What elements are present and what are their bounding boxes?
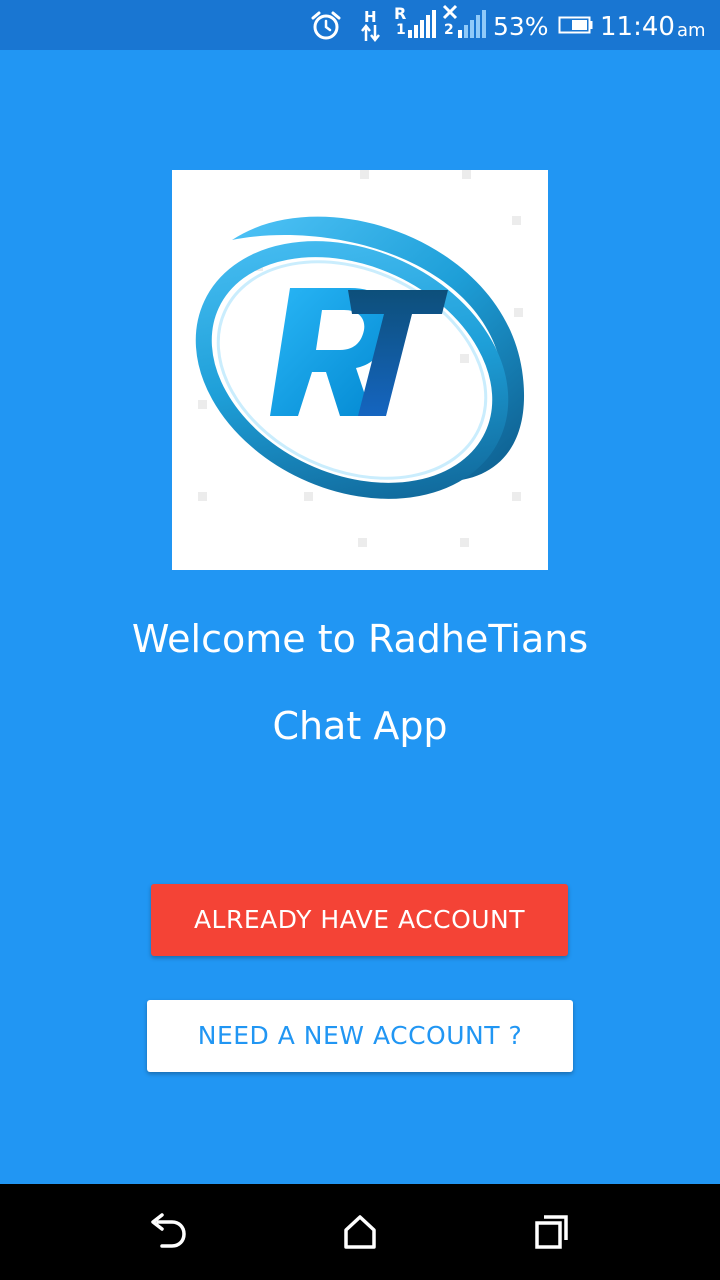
rt-logo-image [195, 170, 525, 547]
clock-ampm: am [677, 20, 706, 41]
battery-percent: 53% [493, 12, 549, 41]
home-icon[interactable] [340, 1212, 380, 1252]
data-arrows-icon [361, 24, 380, 42]
clock-time: 11:40 [600, 12, 675, 42]
status-bar: H R 1 2 53% 11:40 am [0, 0, 720, 50]
welcome-subtitle: Chat App [272, 704, 448, 748]
signal-sim1-icon [408, 10, 436, 38]
battery-icon [558, 16, 593, 34]
alarm-icon [311, 11, 341, 40]
recents-icon[interactable] [532, 1212, 572, 1252]
welcome-screen: H R 1 2 53% 11:40 am Welcome to RadheTia… [0, 0, 720, 1280]
welcome-title: Welcome to RadheTians [131, 617, 589, 661]
already-have-account-button[interactable]: ALREADY HAVE ACCOUNT [151, 884, 568, 956]
need-new-account-button[interactable]: NEED A NEW ACCOUNT ? [147, 1000, 573, 1072]
back-icon[interactable] [148, 1212, 188, 1252]
app-logo [172, 170, 548, 570]
sim2-label: 2 [444, 22, 454, 38]
sim1-label: 1 [396, 22, 406, 38]
navigation-bar [0, 1184, 720, 1280]
signal-sim2-icon [458, 10, 486, 38]
network-type-r: R [394, 4, 407, 23]
